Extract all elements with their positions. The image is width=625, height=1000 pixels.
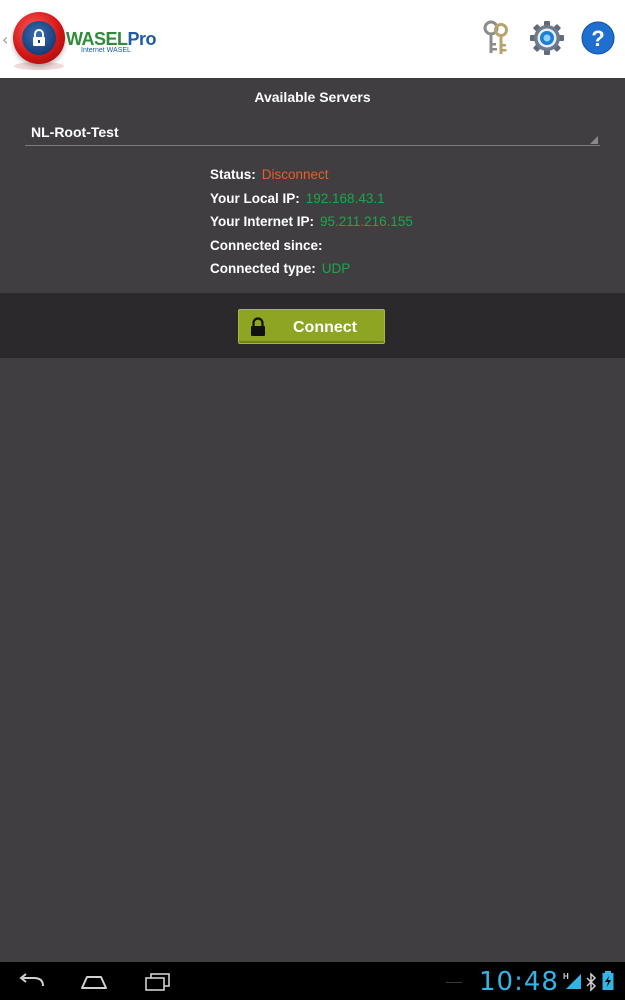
gear-icon[interactable] (528, 19, 566, 57)
svg-text:?: ? (591, 26, 604, 51)
clock[interactable]: 10:48 (479, 967, 559, 997)
recent-apps-icon[interactable] (142, 972, 172, 992)
connected-type-value: UDP (321, 261, 351, 276)
back-icon[interactable] (17, 972, 47, 992)
spinner-arrow-icon (590, 136, 598, 144)
brand-subtitle: Internet WASEL (81, 47, 131, 54)
local-ip-value: 192.168.43.1 (305, 190, 385, 206)
brand-main: WASEL (66, 29, 128, 49)
help-icon[interactable]: ? (581, 21, 615, 55)
lock-icon (33, 29, 45, 46)
brand-accent: Pro (127, 29, 157, 49)
connect-label: Connect (293, 319, 357, 336)
status-value: Disconnect (261, 167, 329, 182)
server-spinner[interactable]: NL-Root-Test (25, 115, 600, 146)
signal-icon: H (563, 972, 581, 989)
system-nav-bar: 10:48 (0, 962, 625, 1000)
logo-inner-circle (22, 21, 56, 55)
connected-since-label: Connected since: (210, 237, 323, 253)
local-ip-label: Your Local IP: (210, 190, 300, 206)
action-bar: ‹ WASELPro Internet WASEL ? (0, 0, 625, 78)
internet-ip-row: Your Internet IP: 95.211.216.155 (210, 214, 413, 238)
internet-ip-label: Your Internet IP: (210, 214, 315, 229)
connected-type-label: Connected type: (210, 261, 316, 276)
available-servers-title: Available Servers (254, 89, 371, 105)
battery-icon (602, 971, 614, 990)
internet-ip-value: 95.211.216.155 (320, 214, 413, 229)
lock-icon (251, 317, 265, 336)
connected-since-row: Connected since: (210, 238, 413, 262)
local-ip-row: Your Local IP: 192.168.43.1 (210, 191, 413, 215)
status-row: Status: Disconnect (210, 167, 413, 191)
connect-button[interactable]: Connect (238, 309, 385, 344)
keys-icon[interactable] (477, 19, 515, 57)
home-icon[interactable] (79, 972, 109, 992)
up-caret-icon[interactable]: ‹ (2, 30, 8, 49)
status-label: Status: (210, 167, 256, 182)
divider (446, 982, 462, 983)
connection-info: Status: Disconnect Your Local IP: 192.168.… (210, 167, 413, 285)
connect-bar: Connect (0, 293, 625, 358)
selected-server: NL-Root-Test (31, 124, 119, 140)
bluetooth-icon (586, 972, 597, 992)
network-type: H (563, 972, 569, 981)
app-logo[interactable] (13, 12, 65, 64)
connected-type-row: Connected type: UDP (210, 261, 413, 285)
